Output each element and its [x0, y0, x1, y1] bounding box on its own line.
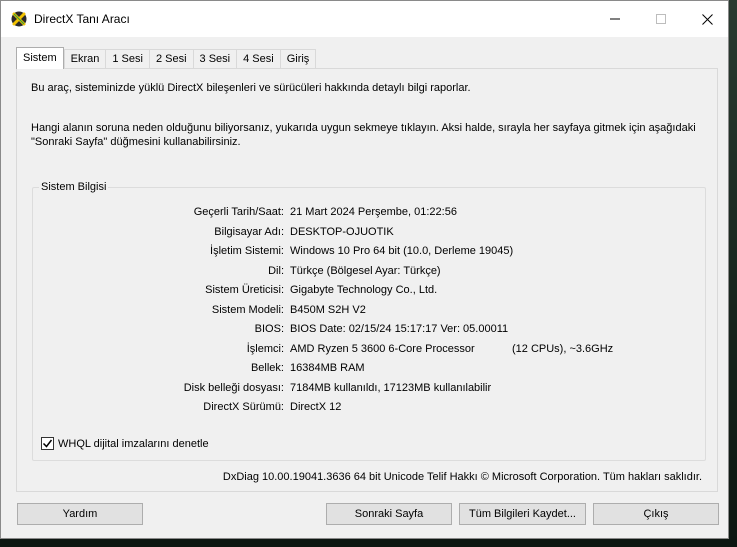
info-label: Dil: — [268, 264, 284, 277]
tab-sound-1[interactable]: 1 Sesi — [105, 49, 149, 69]
info-value: DirectX 12 — [290, 401, 342, 413]
info-row-model: Sistem Modeli: B450M S2H V2 — [33, 304, 705, 320]
info-label: Bellek: — [250, 362, 284, 374]
tab-sound-3[interactable]: 3 Sesi — [192, 49, 237, 69]
info-value: 16384MB RAM — [290, 362, 365, 374]
info-label: Sistem Modeli: — [211, 303, 284, 316]
maximize-button[interactable] — [638, 1, 684, 37]
tab-sound-2[interactable]: 2 Sesi — [148, 49, 193, 69]
whql-checkbox-label[interactable]: WHQL dijital imzalarını denetle — [58, 438, 209, 450]
next-page-button[interactable]: Sonraki Sayfa — [326, 503, 452, 525]
info-row-datetime: Geçerli Tarih/Saat: 21 Mart 2024 Perşemb… — [33, 206, 705, 222]
info-label: Sistem Üreticisi: — [205, 284, 284, 296]
directx-icon — [11, 11, 27, 27]
whql-checkbox-row[interactable]: WHQL dijital imzalarını denetle — [41, 437, 209, 450]
info-row-memory: Bellek: 16384MB RAM — [33, 362, 705, 378]
info-row-computer-name: Bilgisayar Adı: DESKTOP-OJUOTIK — [33, 226, 705, 242]
info-label: İşletim Sistemi: — [210, 245, 284, 257]
info-row-page-file: Disk belleği dosyası: 7184MB kullanıldı,… — [33, 382, 705, 398]
info-row-os: İşletim Sistemi: Windows 10 Pro 64 bit (… — [33, 245, 705, 261]
cpu-count-value: (12 CPUs), ~3.6GHz — [512, 342, 614, 355]
window-title: DirectX Tanı Aracı — [34, 12, 130, 26]
help-button[interactable]: Yardım — [17, 503, 143, 525]
save-all-info-button[interactable]: Tüm Bilgileri Kaydet... — [459, 503, 586, 525]
tab-display[interactable]: Ekran — [63, 49, 106, 69]
dxdiag-window: DirectX Tanı Aracı Sistem Ekran 1 Sesi 2… — [0, 0, 729, 539]
exit-button[interactable]: Çıkış — [593, 503, 719, 525]
system-info-group: Sistem Bilgisi Geçerli Tarih/Saat: 21 Ma… — [32, 181, 706, 461]
info-row-language: Dil: Türkçe (Bölgesel Ayar: Türkçe) — [33, 265, 705, 281]
minimize-icon — [610, 18, 620, 20]
info-label: BIOS: — [254, 323, 284, 335]
tab-input[interactable]: Giriş — [279, 49, 317, 69]
info-label: Disk belleği dosyası: — [183, 381, 284, 394]
info-row-processor: İşlemci: AMD Ryzen 5 3600 6-Core Process… — [33, 343, 705, 359]
instructions-line-1: Hangi alanın soruna neden olduğunu biliy… — [31, 122, 696, 134]
system-info-group-label: Sistem Bilgisi — [39, 181, 109, 193]
info-row-directx-version: DirectX Sürümü: DirectX 12 — [33, 401, 705, 417]
info-value: 21 Mart 2024 Perşembe, 01:22:56 — [290, 206, 457, 218]
tab-strip: Sistem Ekran 1 Sesi 2 Sesi 3 Sesi 4 Sesi… — [16, 47, 317, 69]
whql-checkbox[interactable] — [41, 437, 54, 450]
minimize-button[interactable] — [592, 1, 638, 37]
info-label: Geçerli Tarih/Saat: — [193, 206, 284, 218]
close-icon — [701, 13, 713, 25]
instructions-text: Hangi alanın soruna neden olduğunu biliy… — [31, 121, 711, 149]
info-value: AMD Ryzen 5 3600 6-Core Processor — [290, 342, 475, 355]
intro-text: Bu araç, sisteminizde yüklü DirectX bile… — [31, 82, 471, 94]
title-bar[interactable]: DirectX Tanı Aracı — [1, 1, 728, 37]
info-label: Bilgisayar Adı: — [214, 225, 284, 238]
info-label: DirectX Sürümü: — [203, 401, 284, 413]
tab-sound-4[interactable]: 4 Sesi — [236, 49, 280, 69]
info-row-manufacturer: Sistem Üreticisi: Gigabyte Technology Co… — [33, 284, 705, 300]
version-copyright-text: DxDiag 10.00.19041.3636 64 bit Unicode T… — [222, 471, 702, 483]
info-value: B450M S2H V2 — [290, 303, 366, 316]
info-row-bios: BIOS: BIOS Date: 02/15/24 15:17:17 Ver: … — [33, 323, 705, 339]
info-label: İşlemci: — [246, 342, 284, 355]
info-value: BIOS Date: 02/15/24 15:17:17 Ver: 05.000… — [290, 323, 509, 335]
close-button[interactable] — [684, 1, 730, 37]
maximize-icon — [656, 14, 666, 24]
instructions-line-2: "Sonraki Sayfa" düğmesini kullanabilirsi… — [31, 136, 241, 148]
info-value: Windows 10 Pro 64 bit (10.0, Derleme 190… — [290, 245, 514, 257]
info-value: Türkçe (Bölgesel Ayar: Türkçe) — [290, 264, 441, 277]
tab-system[interactable]: Sistem — [16, 47, 64, 69]
info-value: DESKTOP-OJUOTIK — [290, 225, 394, 238]
info-value: Gigabyte Technology Co., Ltd. — [290, 284, 438, 296]
system-tab-panel: Bu araç, sisteminizde yüklü DirectX bile… — [16, 68, 718, 492]
info-value: 7184MB kullanıldı, 17123MB kullanılabili… — [290, 381, 492, 394]
checkmark-icon — [42, 439, 53, 448]
